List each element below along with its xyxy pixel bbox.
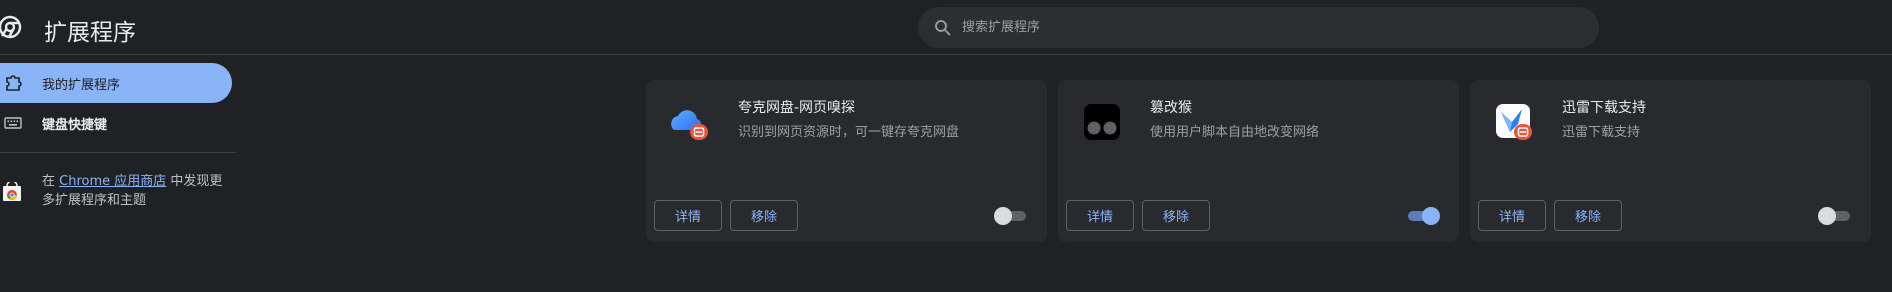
sidebar-item-label: 我的扩展程序 [42, 77, 121, 93]
extension-description: 使用用户脚本自由地改变网络 [1150, 125, 1320, 140]
extension-description: 迅雷下载支持 [1562, 125, 1641, 140]
sidebar-item-label: 键盘快捷键 [42, 117, 108, 133]
search-icon [935, 20, 951, 36]
extension-card: 迅雷下载支持 迅雷下载支持 详情 移除 [1470, 80, 1871, 242]
extension-name: 迅雷下载支持 [1562, 100, 1646, 116]
thunder-bird-icon [1496, 104, 1532, 140]
tampermonkey-icon [1084, 104, 1120, 140]
remove-button[interactable]: 移除 [1554, 200, 1622, 231]
enable-toggle[interactable] [1818, 207, 1852, 225]
details-button[interactable]: 详情 [1066, 200, 1134, 231]
details-button[interactable]: 详情 [654, 200, 722, 231]
chrome-webstore-icon [3, 182, 21, 201]
webstore-promo: 在 Chrome 应用商店 中发现更多扩展程序和主题 [42, 172, 232, 210]
chrome-logo-icon [0, 15, 22, 39]
extension-card: 篡改猴 使用用户脚本自由地改变网络 详情 移除 [1058, 80, 1459, 242]
enable-toggle[interactable] [994, 207, 1028, 225]
keyboard-icon [4, 117, 22, 129]
enable-toggle[interactable] [1406, 207, 1440, 225]
extension-name: 篡改猴 [1150, 100, 1192, 116]
extension-puzzle-icon [6, 75, 22, 91]
remove-button[interactable]: 移除 [730, 200, 798, 231]
toggle-knob [994, 207, 1012, 225]
sidebar-item-keyboard-shortcuts[interactable]: 键盘快捷键 [0, 103, 232, 143]
details-button[interactable]: 详情 [1478, 200, 1546, 231]
search-input[interactable] [962, 7, 1562, 48]
sidebar: 我的扩展程序 键盘快捷键 在 Chrome 应用商店 中发现更多扩展程序和主题 [0, 55, 240, 292]
header-bar: 扩展程序 [0, 0, 1892, 55]
page-title: 扩展程序 [44, 20, 136, 46]
toggle-knob [1818, 207, 1836, 225]
webstore-link[interactable]: Chrome 应用商店 [59, 174, 166, 189]
extension-description: 识别到网页资源时，可一键存夸克网盘 [738, 125, 960, 140]
toggle-knob [1422, 207, 1440, 225]
webstore-prefix: 在 [42, 174, 60, 189]
remove-button[interactable]: 移除 [1142, 200, 1210, 231]
sidebar-item-my-extensions[interactable]: 我的扩展程序 [0, 63, 232, 103]
extension-card: 夸克网盘-网页嗅探 识别到网页资源时，可一键存夸克网盘 详情 移除 [646, 80, 1047, 242]
quark-cloud-icon [671, 110, 708, 140]
search-box[interactable] [918, 7, 1599, 48]
sidebar-divider [0, 152, 236, 153]
extensions-page: 扩展程序 我的扩展程序 键盘快捷键 [0, 0, 1892, 292]
extension-name: 夸克网盘-网页嗅探 [738, 100, 856, 116]
